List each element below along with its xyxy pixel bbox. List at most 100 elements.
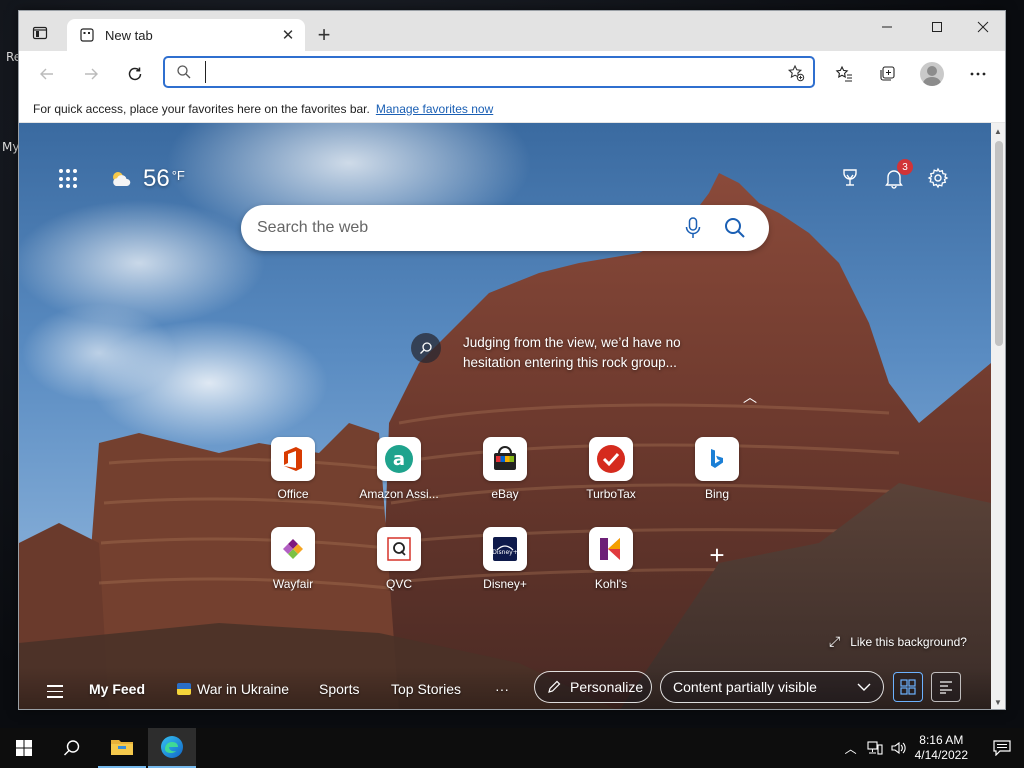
favorites-icon: [835, 65, 852, 82]
collections-button[interactable]: [872, 59, 902, 89]
back-button[interactable]: [32, 59, 62, 89]
taskbar: ︿ 8:16 AM 4/14/2022: [0, 728, 1024, 768]
close-window-button[interactable]: [960, 11, 1005, 43]
expand-arrow-icon: ⤢: [829, 633, 841, 649]
weather-temperature[interactable]: 56 °F: [143, 165, 185, 193]
like-background-label: Like this background?: [850, 634, 967, 649]
start-button[interactable]: [0, 728, 48, 768]
content-visibility-dropdown[interactable]: Content partially visible: [660, 671, 884, 703]
quick-link-kohls[interactable]: Kohl's: [566, 527, 656, 607]
favorites-bar-message: For quick access, place your favorites h…: [33, 101, 370, 116]
quick-link-wayfair[interactable]: Wayfair: [248, 527, 338, 607]
web-search-input[interactable]: [257, 217, 657, 239]
system-tray: ︿ 8:16 AM 4/14/2022: [845, 728, 1024, 768]
more-horizontal-icon: [970, 72, 986, 76]
browser-window: New tab ✕ + For quick access, place your…: [18, 10, 1006, 710]
svg-text:Disney+: Disney+: [492, 549, 518, 556]
more-tabs-button[interactable]: ···: [495, 681, 509, 697]
quick-link-bing[interactable]: Bing: [672, 437, 762, 517]
list-layout-button[interactable]: [931, 672, 961, 702]
personalize-button[interactable]: Personalize: [534, 671, 652, 703]
quick-link-turbotax[interactable]: TurboTax: [566, 437, 656, 517]
scrollbar-thumb[interactable]: [995, 141, 1003, 346]
app-launcher-icon[interactable]: [59, 169, 79, 189]
tab-close-button[interactable]: ✕: [275, 24, 301, 46]
grid-layout-button[interactable]: [893, 672, 923, 702]
notification-center-icon: [993, 740, 1011, 756]
scroll-down-arrow-icon[interactable]: ▼: [994, 698, 1002, 707]
quick-link-qvc[interactable]: QVC: [354, 527, 444, 607]
web-search-box[interactable]: [241, 205, 769, 251]
manage-favorites-link[interactable]: Manage favorites now: [376, 102, 493, 116]
chevron-up-icon[interactable]: ︿: [845, 740, 857, 757]
back-arrow-icon: [40, 68, 53, 80]
page-settings-button[interactable]: [927, 167, 949, 189]
tab-actions-button[interactable]: [29, 23, 51, 43]
svg-text:a: a: [393, 449, 405, 470]
rewards-button[interactable]: [839, 167, 861, 189]
hamburger-menu-icon[interactable]: [47, 685, 63, 702]
search-submit-button[interactable]: [723, 216, 747, 245]
minimize-button[interactable]: [864, 11, 910, 43]
quick-link-label: QVC: [385, 577, 412, 591]
quick-link-amazon-assistant[interactable]: a Amazon Assi...: [354, 437, 444, 517]
forward-arrow-icon: [85, 68, 98, 80]
taskbar-search-button[interactable]: [48, 728, 96, 768]
volume-icon[interactable]: [891, 741, 907, 755]
add-quick-link-button[interactable]: +: [703, 540, 731, 570]
personalize-label: Personalize: [570, 679, 644, 695]
office-icon: [271, 437, 315, 481]
settings-and-more-button[interactable]: [963, 59, 993, 89]
amazon-assistant-icon: a: [377, 437, 421, 481]
voice-search-button[interactable]: [685, 217, 701, 244]
edge-icon: [161, 736, 183, 758]
maximize-button[interactable]: [914, 11, 960, 43]
refresh-button[interactable]: [120, 59, 150, 89]
clock-time: 8:16 AM: [919, 733, 964, 747]
profile-button[interactable]: [917, 59, 947, 89]
like-background-button[interactable]: ⤢ Like this background?: [829, 633, 967, 650]
add-favorite-button[interactable]: [785, 62, 807, 84]
star-add-icon: [787, 64, 805, 82]
notifications-button[interactable]: 3: [883, 159, 913, 194]
quick-link-label: Amazon Assi...: [359, 487, 439, 501]
network-icon[interactable]: [867, 741, 883, 755]
quick-link-ebay[interactable]: eBay: [460, 437, 550, 517]
quick-link-office[interactable]: Office: [248, 437, 338, 517]
tab-new-tab[interactable]: New tab ✕: [67, 19, 305, 51]
ebay-icon: [483, 437, 527, 481]
scroll-up-arrow-icon[interactable]: ▲: [994, 127, 1002, 136]
quick-link-disney-plus[interactable]: Disney+ Disney+: [460, 527, 550, 607]
forward-button[interactable]: [76, 59, 106, 89]
chevron-up-icon[interactable]: ︿: [743, 387, 757, 407]
maximize-icon: [932, 22, 942, 32]
quick-link-label: Wayfair: [272, 577, 314, 591]
tab-my-feed[interactable]: My Feed: [89, 681, 145, 697]
page-scrollbar[interactable]: ▲ ▼: [991, 123, 1005, 709]
favorites-button[interactable]: [829, 59, 859, 89]
grid-view-icon: [900, 679, 916, 695]
new-tab-page: 56°F 3 Judging from: [19, 123, 991, 709]
new-tab-button[interactable]: +: [311, 22, 337, 48]
desktop-icon-label[interactable]: My: [2, 140, 19, 154]
collections-icon: [880, 66, 895, 81]
address-bar[interactable]: [163, 56, 815, 88]
address-input[interactable]: [205, 61, 765, 83]
kohls-icon: [589, 527, 633, 571]
clock[interactable]: 8:16 AM 4/14/2022: [915, 733, 968, 763]
edge-taskbar-button[interactable]: [148, 728, 196, 768]
background-info[interactable]: Judging from the view, we’d have no hesi…: [411, 333, 711, 373]
weather-cloud-sun-icon[interactable]: [109, 170, 133, 188]
file-explorer-button[interactable]: [98, 728, 146, 768]
tab-top-stories[interactable]: Top Stories: [391, 681, 461, 697]
feed-navigation: My Feed War in Ukraine Sports Top Storie…: [19, 667, 991, 709]
action-center-button[interactable]: [980, 728, 1024, 768]
background-caption[interactable]: Judging from the view, we’d have no hesi…: [463, 333, 711, 373]
bing-icon: [695, 437, 739, 481]
quick-link-label: Kohl's: [594, 577, 628, 591]
turbotax-icon: [589, 437, 633, 481]
tab-war-in-ukraine[interactable]: War in Ukraine: [177, 681, 289, 697]
disney-plus-icon: Disney+: [483, 527, 527, 571]
tab-sports[interactable]: Sports: [319, 681, 359, 697]
quick-link-label: TurboTax: [586, 487, 636, 501]
